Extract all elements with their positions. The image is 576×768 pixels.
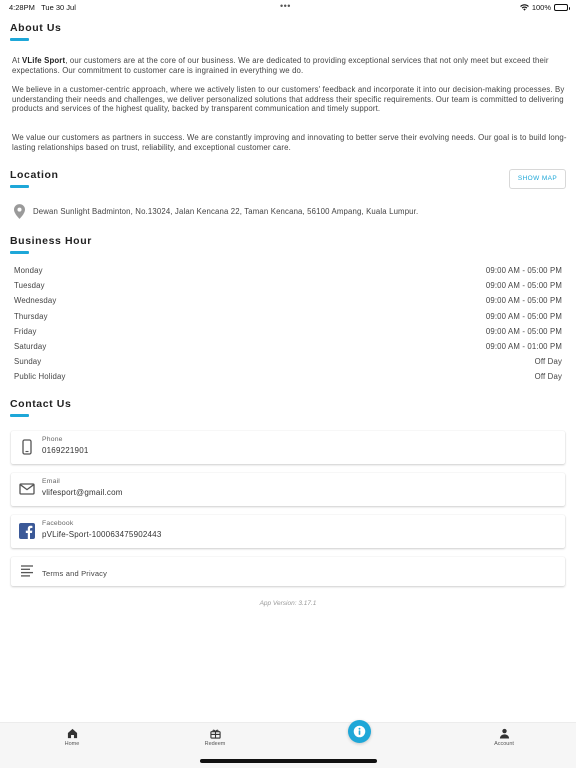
battery-percent: 100% [531, 3, 551, 12]
about-paragraph-3: We value our customers as partners in su… [12, 133, 567, 152]
contact-facebook-card[interactable]: Facebook pVLife-Sport-100063475902443 [11, 515, 565, 548]
nav-account[interactable]: Account [474, 728, 534, 747]
about-paragraph-1: At VLife Sport, our customers are at the… [12, 56, 549, 75]
business-hour-accent-bar [10, 251, 29, 254]
phone-icon [22, 439, 32, 455]
mail-icon [19, 483, 35, 495]
status-bar: 4:28PM Tue 30 Jul ••• 100% [0, 0, 576, 14]
terms-label: Terms and Privacy [42, 569, 108, 578]
facebook-value: pVLife-Sport-100063475902443 [42, 530, 162, 539]
multitasking-dots-icon[interactable]: ••• [280, 1, 291, 11]
battery-icon [554, 4, 570, 11]
nav-account-label: Account [494, 741, 514, 747]
hour-row-sunday: Sunday Off Day [14, 357, 562, 367]
nav-redeem[interactable]: Redeem [185, 728, 245, 747]
phone-value: 0169221901 [42, 446, 89, 455]
hour-row-wednesday: Wednesday 09:00 AM - 05:00 PM [14, 296, 562, 306]
nav-home[interactable]: Home [42, 728, 102, 747]
business-hours-table: Monday 09:00 AM - 05:00 PM Tuesday 09:00 A… [14, 263, 562, 385]
contact-accent-bar [10, 414, 29, 417]
about-paragraph-2: We believe in a customer-centric approac… [12, 85, 565, 114]
status-right: 100% [519, 3, 570, 12]
info-icon [353, 725, 366, 738]
email-value: vlifesport@gmail.com [42, 488, 123, 497]
contact-email-card[interactable]: Email vlifesport@gmail.com [11, 473, 565, 506]
nav-home-label: Home [64, 741, 80, 747]
hour-row-thursday: Thursday 09:00 AM - 05:00 PM [14, 311, 562, 321]
hour-row-public-holiday: Public Holiday Off Day [14, 372, 562, 382]
contact-phone-card[interactable]: Phone 0169221901 [11, 431, 565, 464]
hour-row-tuesday: Tuesday 09:00 AM - 05:00 PM [14, 281, 562, 291]
terms-and-privacy-card[interactable]: Terms and Privacy [11, 557, 565, 586]
location-accent-bar [10, 185, 29, 188]
brand-name: VLife Sport [21, 56, 66, 65]
email-label: Email [42, 478, 60, 485]
about-accent-bar [10, 38, 29, 41]
about-title: About Us [10, 22, 62, 34]
phone-label: Phone [42, 436, 63, 443]
show-map-button[interactable]: SHOW MAP [509, 169, 566, 189]
redeem-gift-icon [209, 729, 221, 739]
wifi-icon [519, 4, 529, 11]
facebook-icon [19, 523, 35, 539]
hour-row-friday: Friday 09:00 AM - 05:00 PM [14, 326, 562, 336]
location-title: Location [10, 169, 59, 181]
document-lines-icon [21, 565, 33, 577]
account-person-icon [499, 728, 509, 739]
home-indicator[interactable] [200, 759, 377, 763]
home-icon [67, 728, 77, 739]
location-address: Dewan Sunlight Badminton, No.13024, Jala… [33, 207, 419, 216]
hour-row-monday: Monday 09:00 AM - 05:00 PM [14, 266, 562, 275]
contact-title: Contact Us [10, 398, 72, 410]
location-pin-icon [14, 204, 25, 219]
facebook-label: Facebook [42, 520, 74, 527]
app-version: App Version: 3.17.1 [259, 600, 317, 607]
status-time: 4:28PM Tue 30 Jul [9, 3, 76, 12]
hour-row-saturday: Saturday 09:00 AM - 01:00 PM [14, 341, 562, 351]
nav-redeem-label: Redeem [204, 741, 226, 747]
business-hour-title: Business Hour [10, 235, 92, 247]
center-info-button[interactable] [348, 720, 371, 743]
